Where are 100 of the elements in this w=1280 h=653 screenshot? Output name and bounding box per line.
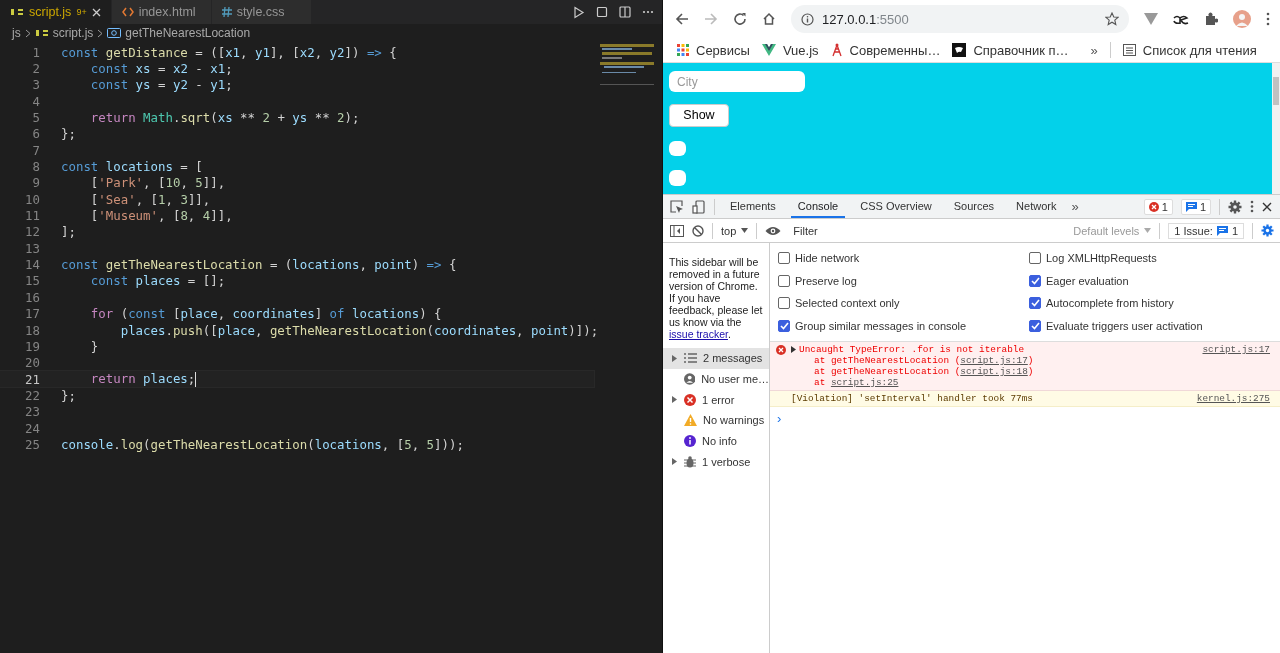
- message-counter[interactable]: 1: [1180, 198, 1211, 215]
- code-line: const getTheNearestLocation = (locations, point) => {: [61, 257, 457, 273]
- checkbox[interactable]: [778, 297, 790, 310]
- list-icon: [1122, 44, 1136, 56]
- stack-line: at getTheNearestLocation (script.js:18): [813, 366, 1035, 377]
- editor-tab[interactable]: script.js 9+: [0, 0, 112, 24]
- checkbox[interactable]: [1029, 274, 1041, 287]
- checkbox[interactable]: [1029, 297, 1041, 310]
- line-number: 1: [31, 44, 41, 60]
- blank-item: [669, 170, 686, 186]
- expand-icon: [672, 354, 677, 362]
- issue-tracker-link[interactable]: issue tracker: [669, 328, 728, 340]
- line-number: 19: [24, 338, 41, 354]
- sidebar-item[interactable]: 1 error: [663, 389, 769, 411]
- minimap-drawing: [600, 44, 654, 85]
- close-icon[interactable]: [1262, 201, 1272, 212]
- line-number: 14: [24, 257, 41, 273]
- sidebar-item[interactable]: No info: [663, 430, 769, 452]
- context-dropdown[interactable]: top: [721, 224, 749, 237]
- bookmark[interactable]: Сервисы: [677, 42, 750, 58]
- code-brackets-icon: [121, 7, 134, 17]
- line-number: 9: [31, 175, 41, 191]
- checkbox-label: Hide network: [795, 252, 860, 265]
- expand-icon[interactable]: [791, 346, 796, 353]
- city-input[interactable]: City: [669, 71, 805, 93]
- clear-icon[interactable]: [692, 224, 704, 237]
- scrollbar[interactable]: [1272, 63, 1280, 194]
- url-port: :5500: [876, 11, 909, 27]
- source-link[interactable]: script.js:25: [830, 377, 899, 388]
- reload-icon[interactable]: [733, 12, 747, 26]
- code-line: ['Park', [10, 5]],: [89, 175, 226, 191]
- bookmark[interactable]: Современны…: [830, 42, 941, 58]
- more-icon[interactable]: [642, 10, 654, 14]
- sidebar-toggle-icon[interactable]: [670, 224, 684, 237]
- bookmark[interactable]: Vue.js: [761, 42, 819, 58]
- source-link[interactable]: script.js:18: [960, 366, 1028, 377]
- settings-icon[interactable]: [1228, 199, 1242, 214]
- sidebar-item[interactable]: 2 messages: [663, 348, 769, 369]
- more-bookmarks[interactable]: »: [1090, 42, 1098, 58]
- tower-icon: [830, 43, 843, 57]
- breadcrumb-item[interactable]: js: [12, 26, 21, 40]
- message-text: [Violation] 'setInterval' handler took 77ms: [791, 393, 1033, 404]
- eye-icon[interactable]: [765, 225, 782, 236]
- checkbox[interactable]: [778, 274, 790, 287]
- source-link[interactable]: kernel.js:275: [1196, 393, 1270, 404]
- sidebar-item[interactable]: No warnings: [663, 410, 769, 431]
- checkbox[interactable]: [1029, 252, 1041, 265]
- line-number: 2: [31, 61, 41, 76]
- back-icon[interactable]: [675, 12, 689, 26]
- star-icon[interactable]: [1105, 12, 1119, 26]
- checkbox[interactable]: [1029, 319, 1041, 332]
- inspect-icon[interactable]: [670, 199, 684, 214]
- line-number: 7: [31, 142, 41, 158]
- sidebar-item[interactable]: 1 verbose: [663, 451, 769, 473]
- code-line: console.log(getTheNearestLocation(locations, [5, 5]));: [61, 436, 464, 452]
- bookmark[interactable]: Справочник п…: [952, 42, 1069, 58]
- js-file-icon: [10, 8, 24, 16]
- prompt-caret[interactable]: ›: [777, 411, 782, 426]
- puzzle-icon[interactable]: [1204, 12, 1218, 26]
- devtools-tab[interactable]: Console: [790, 195, 846, 218]
- info-icon: [684, 435, 696, 448]
- device-icon[interactable]: [692, 199, 706, 214]
- address-bar[interactable]: 127.0.0.1:5500: [791, 5, 1129, 33]
- split-editor-icon[interactable]: [619, 6, 631, 18]
- run-icon[interactable]: [572, 5, 585, 19]
- editor-tab[interactable]: index.html: [111, 0, 212, 24]
- devtools-tab[interactable]: Elements: [723, 195, 783, 218]
- line-number: 13: [24, 240, 41, 256]
- reading-list[interactable]: Список для чтения: [1122, 42, 1257, 58]
- stop-icon[interactable]: [596, 6, 608, 18]
- code-line: const xs = x2 - x1;: [89, 61, 233, 76]
- source-link[interactable]: script.js:17: [960, 355, 1028, 366]
- home-icon[interactable]: [762, 12, 776, 26]
- sidebar-notice: This sidebar will be removed in a future version of Chrome. If you have feedback, please let us know via the issue tracker.: [669, 256, 764, 340]
- source-link[interactable]: script.js:17: [1202, 344, 1270, 355]
- warning-icon: [684, 414, 697, 427]
- show-button[interactable]: Show: [669, 104, 729, 127]
- stack-line: at script.js:25: [813, 377, 900, 388]
- breadcrumb-item[interactable]: script.js: [52, 26, 94, 40]
- more-icon[interactable]: [1250, 200, 1254, 213]
- checkbox-label: Preserve log: [795, 274, 857, 287]
- line-number: 23: [24, 404, 41, 420]
- settings-icon[interactable]: [1261, 224, 1274, 237]
- code-line: ['Sea', [1, 3]],: [89, 191, 211, 207]
- breadcrumb-item[interactable]: getTheNearestLocation: [125, 26, 251, 40]
- more-tabs[interactable]: »: [1071, 199, 1079, 214]
- code-line: return places;: [89, 371, 197, 388]
- checkbox[interactable]: [778, 319, 790, 332]
- devtools-tab[interactable]: CSS Overview: [853, 195, 939, 218]
- line-number: 22: [24, 387, 41, 403]
- checkbox-label: Autocomplete from history: [1046, 297, 1174, 310]
- devtools-tab[interactable]: Network: [1009, 195, 1064, 218]
- url-host: 127.0.0.1: [822, 11, 877, 27]
- checkbox[interactable]: [778, 252, 790, 265]
- sidebar-item[interactable]: No user me…: [663, 368, 769, 390]
- devtools-tab[interactable]: Sources: [946, 195, 1002, 218]
- editor-tab[interactable]: style.css: [211, 0, 312, 24]
- menu-icon[interactable]: [1266, 12, 1270, 26]
- error-counter[interactable]: 1: [1143, 198, 1173, 215]
- issues-button[interactable]: 1 Issue: 1: [1168, 222, 1244, 239]
